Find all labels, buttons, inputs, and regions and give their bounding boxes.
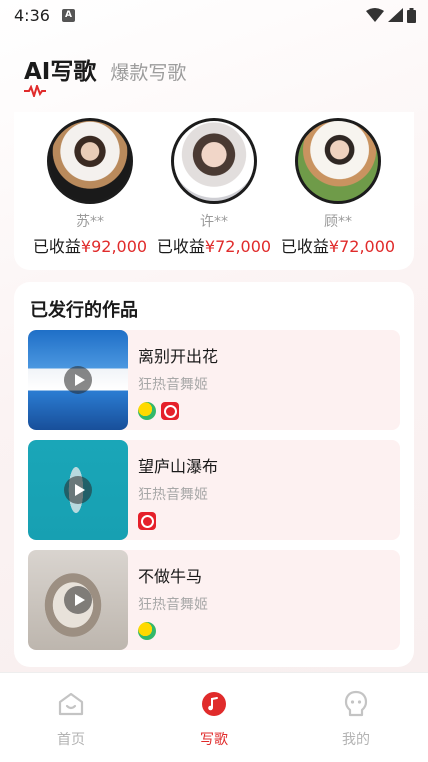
earner-amount: ¥72,000 xyxy=(328,237,396,256)
nav-item-profile[interactable]: 我的 xyxy=(311,689,401,749)
tab-ai-songwriting[interactable]: AI写歌 xyxy=(24,52,96,86)
nav-label: 首页 xyxy=(57,732,85,748)
earner-income: 已收益¥92,000 xyxy=(32,237,148,256)
bottom-nav: 首页 写歌 我的 xyxy=(0,672,428,762)
avatar xyxy=(47,118,133,204)
song-item[interactable]: 望庐山瀑布 狂热音舞姬 xyxy=(28,440,400,540)
song-cover xyxy=(28,550,128,650)
active-tab-wave-icon xyxy=(24,85,46,97)
song-item[interactable]: 不做牛马 狂热音舞姬 xyxy=(28,550,400,650)
earner-name: 许** xyxy=(200,214,228,230)
nav-label: 写歌 xyxy=(200,732,228,748)
nav-item-home[interactable]: 首页 xyxy=(26,689,116,749)
earner-name: 苏** xyxy=(76,214,104,230)
netease-music-icon xyxy=(138,512,156,530)
earner-income: 已收益¥72,000 xyxy=(156,237,272,256)
status-bar: 4:36 A xyxy=(0,0,428,30)
earner-item[interactable]: 苏** 已收益¥92,000 xyxy=(30,118,150,257)
wifi-icon xyxy=(366,8,384,22)
song-cover xyxy=(28,440,128,540)
song-item[interactable]: 离别开出花 狂热音舞姬 xyxy=(28,330,400,430)
song-platforms xyxy=(138,402,179,420)
nav-label: 我的 xyxy=(342,732,370,748)
song-title: 不做牛马 xyxy=(138,567,203,586)
earner-income: 已收益¥72,000 xyxy=(280,237,396,256)
play-icon[interactable] xyxy=(64,586,92,614)
battery-icon xyxy=(407,7,416,23)
profile-icon xyxy=(311,689,401,719)
song-title: 离别开出花 xyxy=(138,347,219,366)
song-title: 望庐山瀑布 xyxy=(138,457,219,476)
music-note-icon xyxy=(169,689,259,719)
netease-music-icon xyxy=(161,402,179,420)
song-cover xyxy=(28,330,128,430)
header-tabs: AI写歌 爆款写歌 xyxy=(24,52,186,86)
nav-item-write-song[interactable]: 写歌 xyxy=(169,689,259,749)
tab-hit-songwriting[interactable]: 爆款写歌 xyxy=(110,58,186,85)
qq-music-icon xyxy=(138,622,156,640)
section-title: 已发行的作品 xyxy=(30,300,138,321)
song-platforms xyxy=(138,622,156,640)
earner-amount: ¥72,000 xyxy=(204,237,272,256)
top-earners-card: 苏** 已收益¥92,000 许** 已收益¥72,000 顾** 已收益¥72… xyxy=(14,112,414,270)
song-artist: 狂热音舞姬 xyxy=(138,377,208,393)
notification-icon: A xyxy=(61,8,75,22)
earner-amount: ¥92,000 xyxy=(80,237,148,256)
status-icons xyxy=(366,7,416,23)
released-works-card: 已发行的作品 离别开出花 狂热音舞姬 望庐山瀑布 狂热音舞姬 不做牛马 狂热音舞… xyxy=(14,282,414,667)
play-icon[interactable] xyxy=(64,366,92,394)
signal-icon xyxy=(388,8,403,22)
status-time: 4:36 xyxy=(14,5,50,25)
song-platforms xyxy=(138,512,156,530)
qq-music-icon xyxy=(138,402,156,420)
home-icon xyxy=(26,689,116,719)
earner-name: 顾** xyxy=(324,214,352,230)
avatar xyxy=(295,118,381,204)
avatar xyxy=(171,118,257,204)
song-artist: 狂热音舞姬 xyxy=(138,487,208,503)
play-icon[interactable] xyxy=(64,476,92,504)
earner-item[interactable]: 许** 已收益¥72,000 xyxy=(154,118,274,257)
song-artist: 狂热音舞姬 xyxy=(138,597,208,613)
earner-item[interactable]: 顾** 已收益¥72,000 xyxy=(278,118,398,257)
